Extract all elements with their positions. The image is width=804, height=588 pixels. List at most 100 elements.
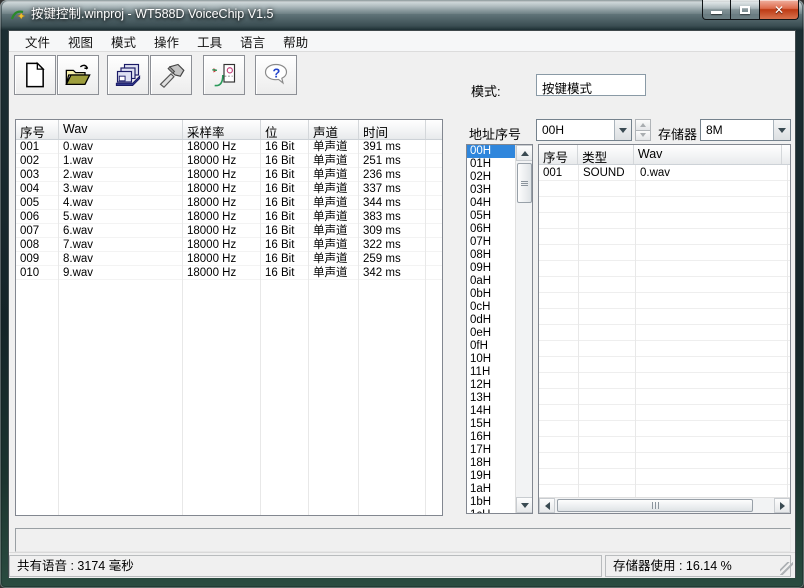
scroll-left-button[interactable] bbox=[539, 498, 555, 513]
cell: 001 bbox=[16, 140, 59, 153]
scroll-up-button[interactable] bbox=[516, 145, 533, 161]
scrollbar-thumb[interactable] bbox=[557, 499, 753, 512]
address-list-item[interactable]: 0aH bbox=[467, 275, 515, 288]
address-list-item[interactable]: 09H bbox=[467, 262, 515, 275]
title-bar[interactable]: 按键控制.winproj - WT588D VoiceChip V1.5 ✕ bbox=[0, 0, 804, 30]
menu-item-tools[interactable]: 工具 bbox=[188, 30, 231, 53]
cell bbox=[636, 373, 788, 388]
address-list-item[interactable]: 10H bbox=[467, 353, 515, 366]
address-list-item[interactable]: 06H bbox=[467, 223, 515, 236]
cell: 004 bbox=[16, 182, 59, 195]
cell: 16 Bit bbox=[261, 182, 309, 195]
wav-table-row[interactable]: 0043.wav18000 Hz16 Bit单声道337 ms bbox=[16, 182, 442, 196]
address-list-item[interactable]: 0dH bbox=[467, 314, 515, 327]
menu-item-help[interactable]: 帮助 bbox=[274, 30, 317, 53]
cell: 单声道 bbox=[309, 154, 359, 167]
column-header[interactable]: 序号 bbox=[539, 145, 578, 164]
wav-table-row[interactable]: 0021.wav18000 Hz16 Bit单声道251 ms bbox=[16, 154, 442, 168]
address-spinner[interactable] bbox=[635, 119, 651, 141]
address-listbox[interactable]: 00H01H02H03H04H05H06H07H08H09H0aH0bH0cH0… bbox=[466, 144, 533, 514]
address-list-item[interactable]: 0eH bbox=[467, 327, 515, 340]
new-project-button[interactable] bbox=[14, 55, 56, 95]
close-button[interactable]: ✕ bbox=[759, 0, 799, 20]
wav-table-row[interactable]: 0076.wav18000 Hz16 Bit单声道309 ms bbox=[16, 224, 442, 238]
cell bbox=[539, 309, 579, 324]
wav-table-row[interactable]: 0054.wav18000 Hz16 Bit单声道344 ms bbox=[16, 196, 442, 210]
column-header[interactable]: 类型 bbox=[578, 145, 634, 164]
wav-table-row[interactable]: 0109.wav18000 Hz16 Bit单声道342 ms bbox=[16, 266, 442, 280]
address-list-item[interactable]: 0cH bbox=[467, 301, 515, 314]
wav-table-row[interactable]: 0098.wav18000 Hz16 Bit单声道259 ms bbox=[16, 252, 442, 266]
download-chip-button[interactable] bbox=[203, 55, 245, 95]
address-list-item[interactable]: 18H bbox=[467, 457, 515, 470]
column-header[interactable]: 位 bbox=[261, 120, 309, 139]
wav-table-row[interactable]: 0087.wav18000 Hz16 Bit单声道322 ms bbox=[16, 238, 442, 252]
cell: 0.wav bbox=[636, 165, 788, 180]
scroll-up-icon bbox=[521, 151, 529, 156]
scroll-down-button[interactable] bbox=[516, 497, 533, 513]
address-list-item[interactable]: 1aH bbox=[467, 483, 515, 496]
address-list-scrollbar[interactable] bbox=[515, 145, 532, 513]
address-list-item[interactable]: 16H bbox=[467, 431, 515, 444]
memory-combobox-dropdown-button[interactable] bbox=[773, 120, 790, 140]
column-header[interactable]: Wav bbox=[634, 145, 782, 164]
spinner-down-button[interactable] bbox=[635, 131, 651, 142]
address-list-item[interactable]: 03H bbox=[467, 184, 515, 197]
wav-table-row[interactable]: 0065.wav18000 Hz16 Bit单声道383 ms bbox=[16, 210, 442, 224]
address-list-item[interactable]: 01H bbox=[467, 158, 515, 171]
menu-item-file[interactable]: 文件 bbox=[16, 30, 59, 53]
column-header[interactable]: 时间 bbox=[359, 120, 426, 139]
menu-item-view[interactable]: 视图 bbox=[59, 30, 102, 53]
minimize-button[interactable] bbox=[702, 0, 731, 20]
address-list-item[interactable]: 0fH bbox=[467, 340, 515, 353]
cell: 16 Bit bbox=[261, 210, 309, 223]
address-list-item[interactable]: 00H bbox=[467, 145, 515, 158]
column-header[interactable]: 声道 bbox=[309, 120, 359, 139]
address-list-item[interactable]: 19H bbox=[467, 470, 515, 483]
compile-button[interactable] bbox=[107, 55, 149, 95]
address-list-item[interactable]: 11H bbox=[467, 366, 515, 379]
help-button[interactable]: ? bbox=[255, 55, 297, 95]
column-header[interactable]: Wav bbox=[59, 120, 183, 139]
address-list-item[interactable]: 04H bbox=[467, 197, 515, 210]
cell bbox=[539, 213, 579, 228]
address-list-item[interactable]: 14H bbox=[467, 405, 515, 418]
maximize-button[interactable] bbox=[731, 0, 759, 20]
open-project-button[interactable] bbox=[57, 55, 99, 95]
column-header[interactable]: 序号 bbox=[16, 120, 59, 139]
address-list-item[interactable]: 1cH bbox=[467, 509, 515, 513]
address-list-item[interactable]: 13H bbox=[467, 392, 515, 405]
memory-combobox[interactable]: 8M bbox=[700, 119, 791, 141]
address-combobox[interactable]: 00H bbox=[536, 119, 632, 141]
address-list-item[interactable]: 1bH bbox=[467, 496, 515, 509]
cell: 18000 Hz bbox=[183, 238, 261, 251]
build-button[interactable] bbox=[150, 55, 192, 95]
address-list-item[interactable]: 15H bbox=[467, 418, 515, 431]
address-list-item[interactable]: 17H bbox=[467, 444, 515, 457]
scroll-right-button[interactable] bbox=[774, 498, 790, 513]
address-list-item[interactable]: 02H bbox=[467, 171, 515, 184]
address-list-item[interactable]: 08H bbox=[467, 249, 515, 262]
address-combobox-dropdown-button[interactable] bbox=[614, 120, 631, 140]
scrollbar-thumb[interactable] bbox=[517, 163, 532, 203]
wav-table-row[interactable]: 0010.wav18000 Hz16 Bit单声道391 ms bbox=[16, 140, 442, 154]
cell bbox=[636, 389, 788, 404]
menu-bar: 文件视图模式操作工具语言帮助 bbox=[9, 31, 795, 52]
resize-grip[interactable] bbox=[780, 562, 793, 575]
mode-field[interactable]: 按键模式 bbox=[536, 74, 646, 96]
address-list-item[interactable]: 07H bbox=[467, 236, 515, 249]
cell: 16 Bit bbox=[261, 196, 309, 209]
cell bbox=[579, 341, 636, 356]
address-list-item[interactable]: 12H bbox=[467, 379, 515, 392]
address-list-item[interactable]: 0bH bbox=[467, 288, 515, 301]
column-header[interactable]: 采样率 bbox=[183, 120, 261, 139]
program-table-body: 001SOUND0.wav bbox=[539, 165, 790, 498]
wav-table-row[interactable]: 0032.wav18000 Hz16 Bit单声道236 ms bbox=[16, 168, 442, 182]
menu-item-operation[interactable]: 操作 bbox=[145, 30, 188, 53]
program-table-row[interactable]: 001SOUND0.wav bbox=[539, 165, 790, 181]
menu-item-language[interactable]: 语言 bbox=[231, 30, 274, 53]
spinner-up-button[interactable] bbox=[635, 119, 651, 131]
address-list-item[interactable]: 05H bbox=[467, 210, 515, 223]
program-table-hscrollbar[interactable] bbox=[539, 497, 790, 513]
menu-item-mode[interactable]: 模式 bbox=[102, 30, 145, 53]
